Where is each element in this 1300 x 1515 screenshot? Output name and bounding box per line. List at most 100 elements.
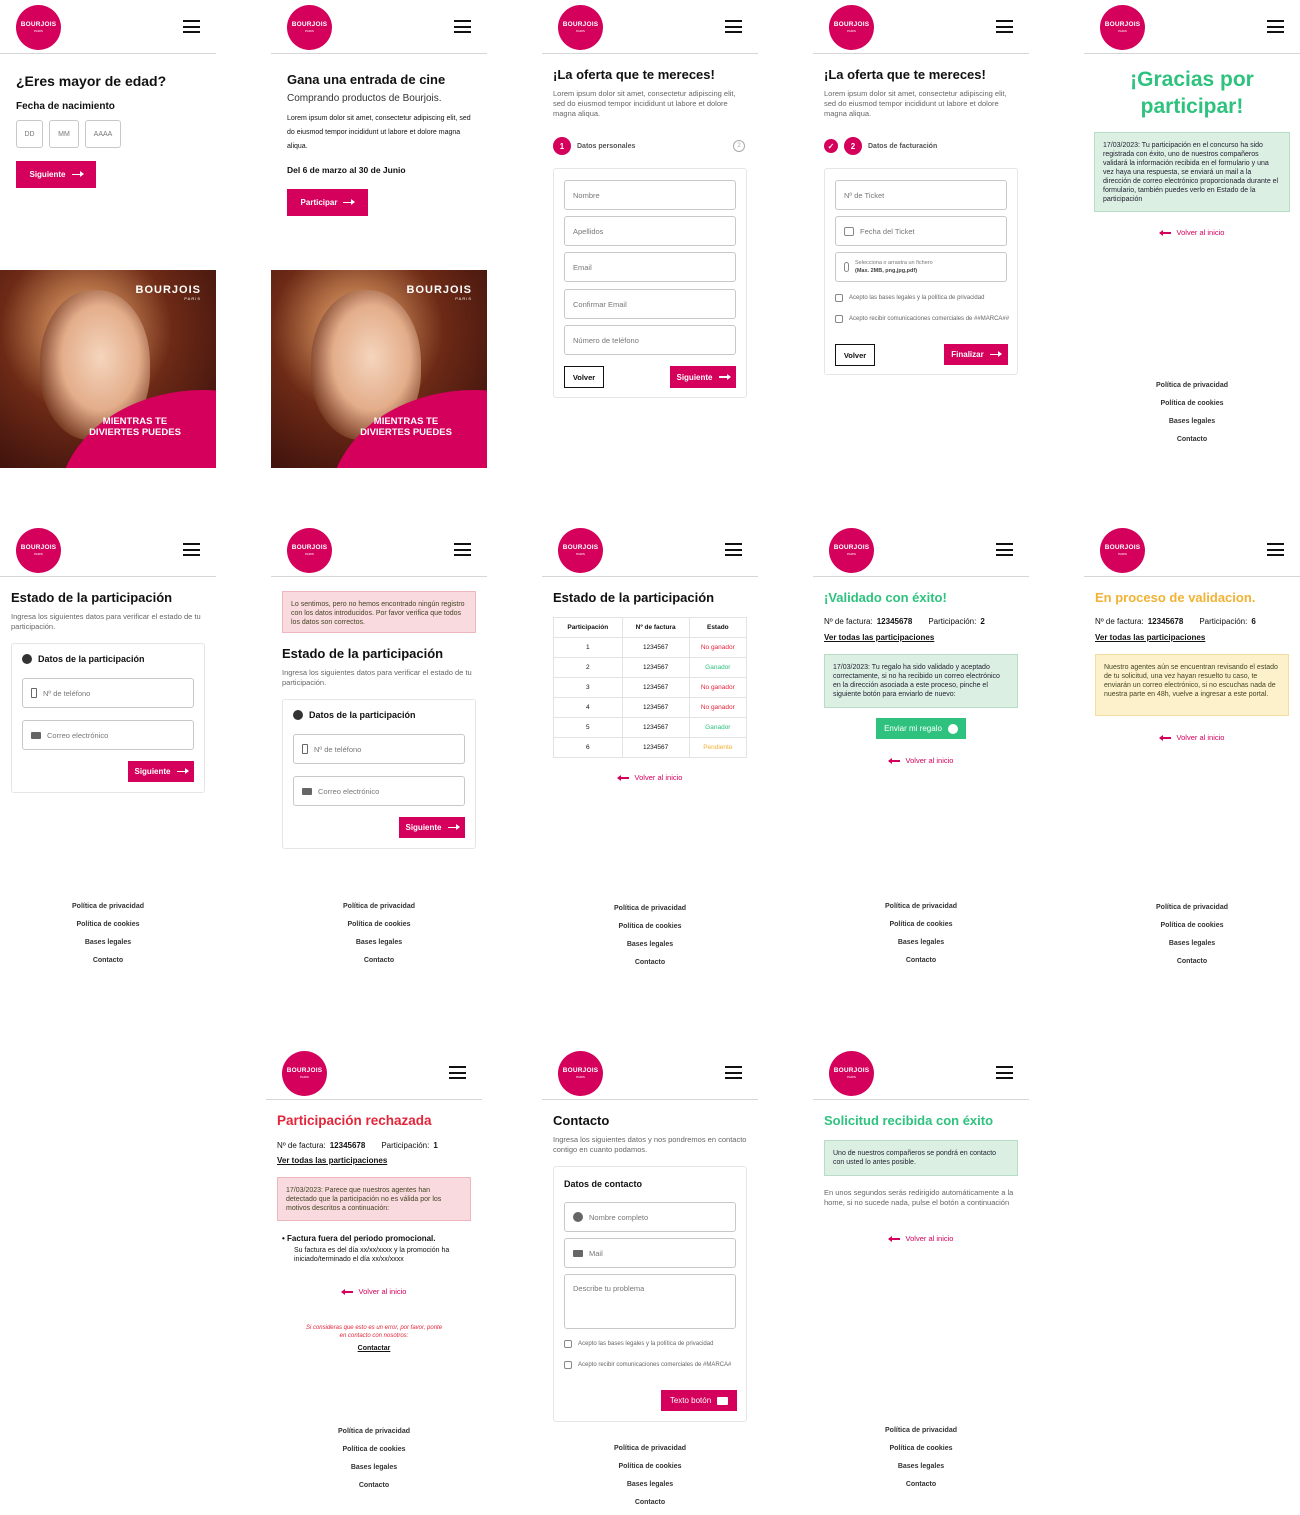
see-all-link[interactable]: Ver todas las participaciones [1095,633,1205,642]
phone-field[interactable]: Nº de teléfono [22,678,194,708]
privacy-link[interactable]: Política de privacidad [271,903,487,921]
email-field[interactable]: Correo electrónico [293,776,465,806]
menu-icon[interactable] [1267,20,1284,33]
year-input[interactable]: AAAA [85,120,121,148]
see-all-link[interactable]: Ver todas las participaciones [277,1156,387,1165]
cookies-link[interactable]: Política de cookies [542,923,758,941]
contact-link[interactable]: Contacto [1084,436,1300,454]
month-input[interactable]: MM [49,120,79,148]
brand-logo[interactable]: BOURJOIS PARIS [829,1051,874,1096]
legal-link[interactable]: Bases legales [1084,418,1300,436]
legal-checkbox[interactable] [564,1340,572,1348]
contact-link[interactable]: Contacto [0,957,216,975]
cookies-link[interactable]: Política de cookies [0,921,216,939]
legal-link[interactable]: Bases legales [0,939,216,957]
menu-icon[interactable] [725,20,742,33]
table-row[interactable]: 2 1234567 Ganador [553,657,748,678]
back-button[interactable]: Volver [564,366,604,388]
legal-link[interactable]: Bases legales [813,939,1029,957]
email-field[interactable]: Email [564,252,736,282]
comms-checkbox[interactable] [835,315,843,323]
menu-icon[interactable] [996,1066,1013,1079]
privacy-link[interactable]: Política de privacidad [1084,382,1300,400]
contact-link-button[interactable]: Contactar [266,1345,482,1352]
finish-button[interactable]: Finalizar [944,344,1008,365]
next-button[interactable]: Siguiente [670,366,736,388]
privacy-link[interactable]: Política de privacidad [0,903,216,921]
participate-button[interactable]: Participar [287,189,368,216]
mail-field[interactable]: Mail [564,1238,736,1268]
email-field[interactable]: Correo electrónico [22,720,194,750]
problem-textarea[interactable]: Describe tu problema [564,1274,736,1329]
menu-icon[interactable] [996,543,1013,556]
cookies-link[interactable]: Política de cookies [542,1463,758,1481]
contact-link[interactable]: Contacto [813,957,1029,975]
contact-link[interactable]: Contacto [271,957,487,975]
brand-logo[interactable]: BOURJOIS PARIS [829,5,874,50]
brand-logo[interactable]: BOURJOIS PARIS [282,1051,327,1096]
brand-logo[interactable]: BOURJOIS PARIS [16,5,61,50]
privacy-link[interactable]: Política de privacidad [542,905,758,923]
ticket-number-field[interactable]: Nº de Ticket [835,180,1007,210]
menu-icon[interactable] [725,1066,742,1079]
menu-icon[interactable] [1267,543,1284,556]
comms-checkbox[interactable] [564,1361,572,1369]
cookies-link[interactable]: Política de cookies [271,921,487,939]
legal-checkbox-row[interactable]: Acepto las bases legales y la política d… [564,1340,713,1348]
back-home-link[interactable]: Volver al inicio [1084,733,1300,742]
cookies-link[interactable]: Política de cookies [813,1445,1029,1463]
back-home-link[interactable]: Volver al inicio [542,773,758,782]
contact-link[interactable]: Contacto [542,1499,758,1515]
table-row[interactable]: 5 1234567 Ganador [553,717,748,738]
cookies-link[interactable]: Política de cookies [266,1446,482,1464]
menu-icon[interactable] [183,20,200,33]
back-home-link[interactable]: Volver al inicio [1084,228,1300,237]
legal-checkbox[interactable] [835,294,843,302]
legal-link[interactable]: Bases legales [542,1481,758,1499]
phone-field[interactable]: Nº de teléfono [293,734,465,764]
legal-link[interactable]: Bases legales [271,939,487,957]
see-all-link[interactable]: Ver todas las participaciones [824,633,934,642]
contact-link[interactable]: Contacto [542,959,758,977]
privacy-link[interactable]: Política de privacidad [813,903,1029,921]
privacy-link[interactable]: Política de privacidad [542,1445,758,1463]
privacy-link[interactable]: Política de privacidad [1084,904,1300,922]
ticket-date-field[interactable]: Fecha del Ticket [835,216,1007,246]
send-button[interactable]: Texto botón [661,1390,737,1411]
next-button[interactable]: Siguiente [128,761,194,782]
back-home-link[interactable]: Volver al inicio [813,756,1029,765]
phone-field[interactable]: Número de teléfono [564,325,736,355]
next-button[interactable]: Siguiente [399,817,465,838]
table-row[interactable]: 1 1234567 No ganador [553,637,748,658]
send-gift-button[interactable]: Enviar mi regalo [876,718,966,739]
menu-icon[interactable] [725,543,742,556]
back-home-link[interactable]: Volver al inicio [813,1234,1029,1243]
file-upload-field[interactable]: Selecciona o arrastra un fichero (Max. 2M… [835,252,1007,282]
name-field[interactable]: Nombre [564,180,736,210]
contact-link[interactable]: Contacto [1084,958,1300,976]
brand-logo[interactable]: BOURJOIS PARIS [287,528,332,573]
next-button[interactable]: Siguiente [16,161,96,188]
cookies-link[interactable]: Política de cookies [813,921,1029,939]
surname-field[interactable]: Apellidos [564,216,736,246]
contact-link[interactable]: Contacto [266,1482,482,1500]
cookies-link[interactable]: Política de cookies [1084,400,1300,418]
brand-logo[interactable]: BOURJOIS PARIS [558,5,603,50]
menu-icon[interactable] [183,543,200,556]
legal-link[interactable]: Bases legales [1084,940,1300,958]
legal-link[interactable]: Bases legales [542,941,758,959]
contact-link[interactable]: Contacto [813,1481,1029,1499]
comms-checkbox-row[interactable]: Acepto recibir comunicaciones comerciale… [835,315,1011,323]
day-input[interactable]: DD [16,120,43,148]
privacy-link[interactable]: Política de privacidad [813,1427,1029,1445]
brand-logo[interactable]: BOURJOIS PARIS [287,5,332,50]
table-row[interactable]: 4 1234567 No ganador [553,697,748,718]
menu-icon[interactable] [996,20,1013,33]
legal-link[interactable]: Bases legales [266,1464,482,1482]
table-row[interactable]: 3 1234567 No ganador [553,677,748,698]
brand-logo[interactable]: BOURJOIS PARIS [829,528,874,573]
comms-checkbox-row[interactable]: Acepto recibir comunicaciones comerciale… [564,1361,740,1369]
privacy-link[interactable]: Política de privacidad [266,1428,482,1446]
brand-logo[interactable]: BOURJOIS PARIS [1100,528,1145,573]
menu-icon[interactable] [449,1066,466,1079]
